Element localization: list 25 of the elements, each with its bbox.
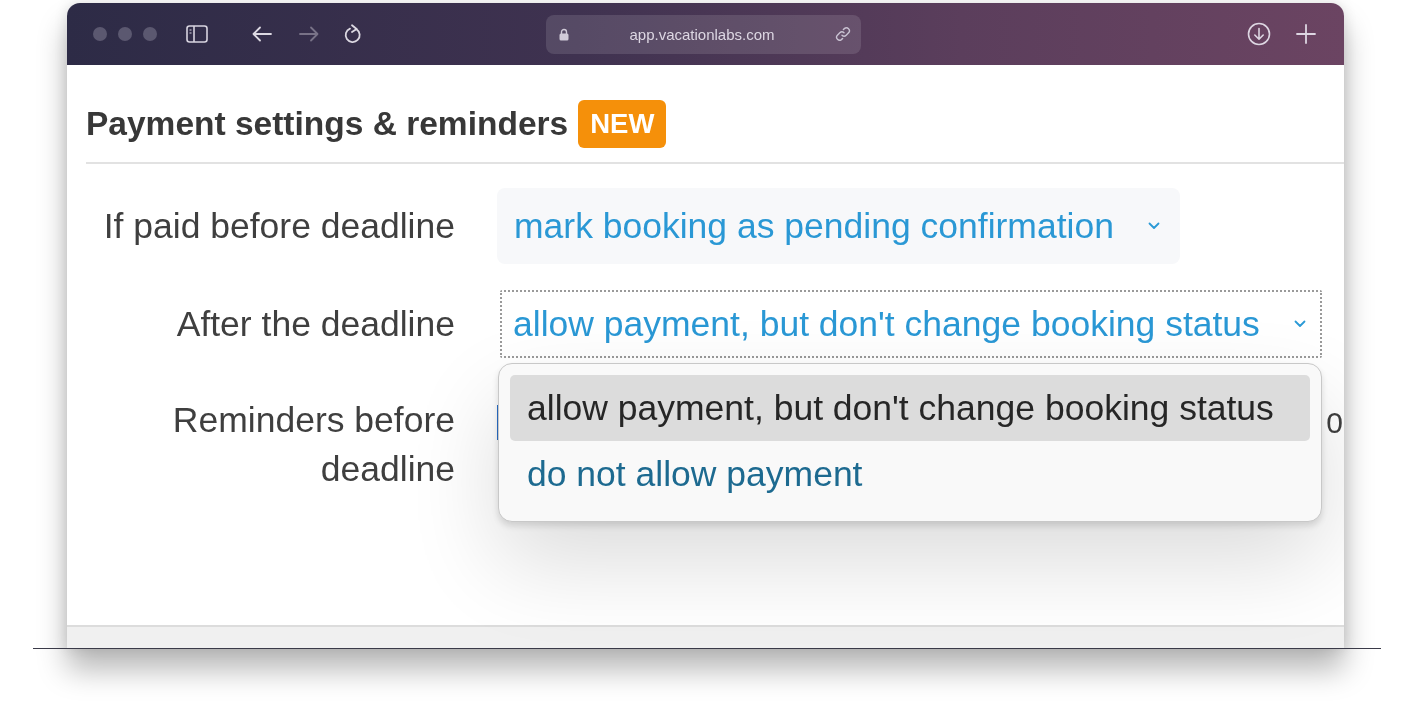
dropdown-option[interactable]: do not allow payment — [510, 441, 1310, 507]
window-dot-icon[interactable] — [143, 27, 157, 41]
input-field[interactable] — [497, 405, 501, 440]
chevron-down-icon — [1147, 222, 1160, 230]
field-label: After the deadline — [175, 302, 455, 346]
download-icon[interactable] — [1247, 22, 1271, 46]
lock-icon — [559, 27, 569, 41]
back-arrow-icon[interactable] — [252, 26, 272, 42]
select-field[interactable]: mark booking as pending confirmation — [497, 188, 1180, 264]
new-tab-icon[interactable] — [1296, 24, 1316, 44]
dropdown-option[interactable]: allow payment, but don't change booking status — [510, 375, 1310, 441]
new-badge: NEW — [578, 100, 667, 148]
reload-icon[interactable] — [344, 24, 362, 44]
select-field[interactable]: allow payment, but don't change booking status — [500, 290, 1322, 358]
sidebar-icon[interactable] — [186, 25, 208, 43]
url-text: app.vacationlabs.com — [628, 25, 776, 43]
field-label: Reminders before deadline — [171, 399, 455, 491]
section-title: Payment settings & reminders — [86, 105, 569, 143]
window-dot-icon[interactable] — [118, 27, 132, 41]
address-bar[interactable]: app.vacationlabs.com — [546, 14, 861, 54]
window-dot-icon[interactable] — [93, 27, 107, 41]
chevron-down-icon — [1293, 320, 1306, 328]
link-icon[interactable] — [835, 26, 851, 42]
field-value: 0 — [1326, 405, 1344, 440]
field-label: If paid before deadline — [102, 204, 455, 248]
